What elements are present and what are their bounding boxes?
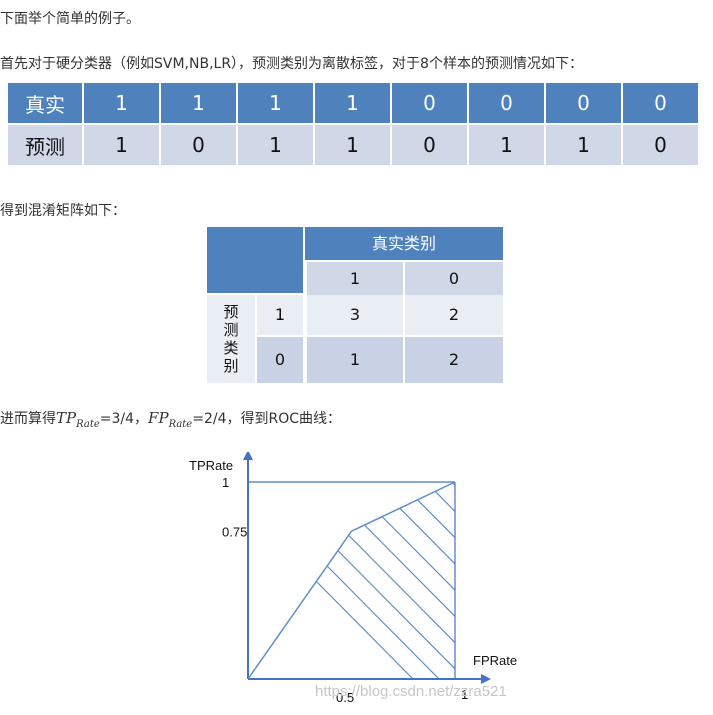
pred-cell: 1 (315, 125, 390, 165)
true-row-header: 真实 (8, 83, 82, 123)
true-cell: 0 (392, 83, 467, 123)
hatch-line (311, 482, 455, 679)
y-tick-label: 0.75 (222, 524, 247, 539)
hatch-line (259, 482, 455, 679)
cm-col-label: 0 (405, 262, 503, 295)
calc-prefix: 进而算得 (0, 411, 56, 427)
cm-row-label: 1 (257, 295, 303, 335)
classifier-text: 首先对于硬分类器（例如SVM,NB,LR），预测类别为离散标签，对于8个样本的预… (0, 56, 583, 72)
hatch-line (285, 482, 455, 679)
cm-col-header: 真实类别 (305, 227, 503, 260)
watermark: https://blog.csdn.net/zzra521 (315, 683, 507, 700)
hatch-line (415, 482, 455, 679)
confusion-matrix: 真实类别 1 0 预测类别 1 0 3 2 1 2 (207, 227, 503, 383)
tp-main: TP (56, 409, 77, 427)
cm-cell-tn: 2 (405, 337, 503, 383)
true-cell: 1 (238, 83, 313, 123)
hatch-line (337, 482, 455, 679)
true-cell: 0 (469, 83, 544, 123)
true-cell: 0 (623, 83, 698, 123)
intro-text: 下面举个简单的例子。 (0, 11, 140, 27)
true-cell: 1 (84, 83, 159, 123)
pred-cell: 0 (623, 125, 698, 165)
tp-symbol: TPRate (56, 409, 100, 430)
pred-cell: 1 (238, 125, 313, 165)
hatch-line (494, 472, 530, 681)
cm-cell-fn: 1 (307, 337, 403, 383)
hatch-line (520, 472, 530, 681)
pred-cell: 0 (161, 125, 236, 165)
pred-row-header: 预测 (8, 125, 82, 165)
calc-text: 进而算得TPRate=3/4，FPRate=2/4，得到ROC曲线： (0, 408, 341, 430)
cm-corner (207, 227, 303, 293)
pred-cell: 0 (392, 125, 467, 165)
fp-sub: Rate (168, 419, 193, 430)
fp-value: =2/4，得到ROC曲线： (192, 411, 342, 427)
x-axis-label: FPRate (473, 653, 517, 668)
pred-cell: 1 (84, 125, 159, 165)
cm-intro-text: 得到混淆矩阵如下： (0, 203, 126, 219)
pred-cell: 1 (469, 125, 544, 165)
true-row: 真实 1 1 1 1 0 0 0 0 (8, 83, 698, 123)
tp-sub: Rate (76, 419, 100, 430)
y-axis-arrow (243, 452, 253, 460)
y-tick-label: 1 (222, 475, 229, 490)
pred-cell: 1 (546, 125, 621, 165)
fp-symbol: FPRate (148, 409, 193, 430)
cm-col-label: 1 (307, 262, 403, 295)
hatch-line (248, 482, 416, 679)
cm-row-label: 0 (257, 337, 303, 383)
fp-main: FP (148, 409, 169, 427)
roc-curve (247, 481, 456, 680)
cm-row-header-text: 预测类别 (223, 303, 239, 375)
cm-row-header: 预测类别 (207, 295, 255, 383)
true-cell: 1 (161, 83, 236, 123)
true-cell: 0 (546, 83, 621, 123)
hatch-line (468, 472, 530, 681)
roc-chart: TPRate FPRate 0.75 1 0.5 1 https://blog.… (189, 452, 530, 705)
cm-cell-tp: 3 (307, 295, 403, 335)
auc-hatch (248, 472, 530, 681)
prediction-table: 真实 1 1 1 1 0 0 0 0 预测 1 0 1 1 0 1 1 0 (6, 81, 700, 167)
pred-row: 预测 1 0 1 1 0 1 1 0 (8, 125, 698, 165)
true-cell: 1 (315, 83, 390, 123)
y-axis-label: TPRate (189, 458, 233, 473)
cm-cell-fp: 2 (405, 295, 503, 335)
tp-value: =3/4， (99, 411, 149, 427)
